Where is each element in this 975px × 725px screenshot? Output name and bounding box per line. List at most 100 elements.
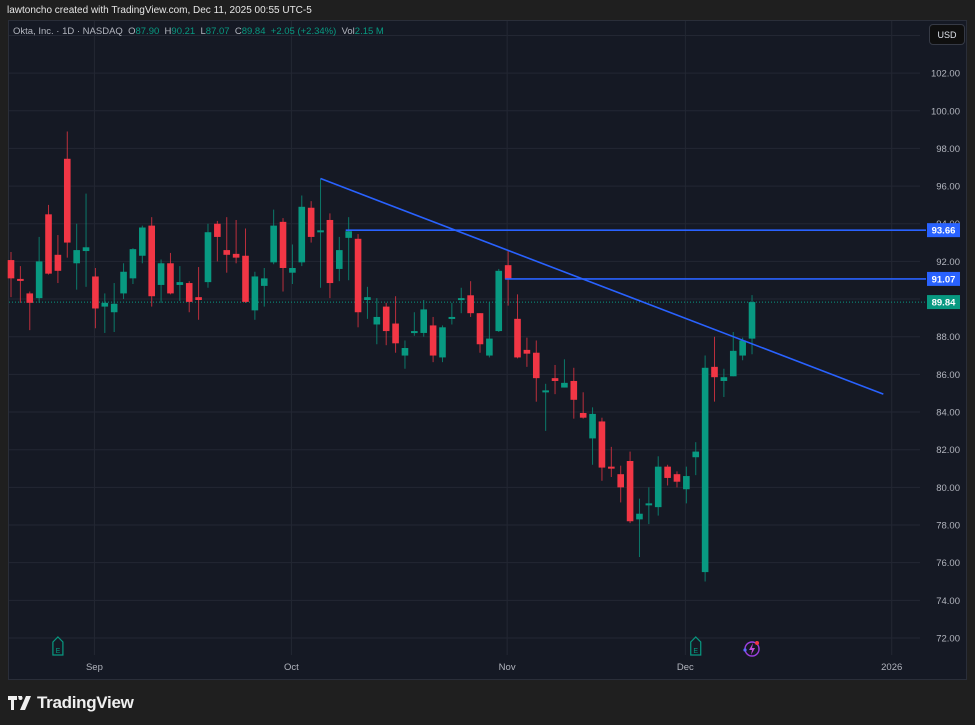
close-label: C xyxy=(234,26,242,37)
candle-body xyxy=(617,474,624,488)
lightning-icon-bolt xyxy=(749,643,756,655)
high-value: 90.21 xyxy=(171,26,196,37)
y-tick-label: 76.00 xyxy=(936,558,960,569)
y-tick-label: 92.00 xyxy=(936,257,960,268)
candle-body xyxy=(17,278,24,281)
y-tick-label: 80.00 xyxy=(936,483,960,494)
candle xyxy=(176,266,184,301)
last-price-label: 89.84 xyxy=(932,298,956,309)
candle xyxy=(336,236,343,282)
candle xyxy=(364,286,371,319)
candle xyxy=(260,267,268,307)
candle xyxy=(157,259,165,303)
candle-body xyxy=(326,219,334,284)
candle xyxy=(35,236,43,303)
candle xyxy=(608,446,615,478)
y-tick-label: 84.00 xyxy=(936,408,960,419)
candle-body xyxy=(139,227,146,256)
candle xyxy=(420,300,428,337)
candle-body xyxy=(608,466,615,469)
candle-body xyxy=(589,413,596,439)
candle xyxy=(692,442,700,476)
candle-body xyxy=(720,377,728,381)
candle-body xyxy=(645,503,653,506)
candle xyxy=(354,234,362,328)
candle xyxy=(626,451,634,524)
candle xyxy=(279,218,287,292)
candlestick-chart[interactable]: 72.00 74.00 76.00 78.00 80.00 82.00 84.00 86.00… xyxy=(0,0,975,690)
candle-body xyxy=(373,316,381,325)
candle-body xyxy=(739,340,746,356)
candle xyxy=(448,302,456,325)
candle xyxy=(232,219,240,264)
candle-body xyxy=(214,223,221,237)
candle xyxy=(73,223,80,290)
candle-body xyxy=(279,221,287,268)
candle-body xyxy=(120,271,127,294)
lightning-icon-dot xyxy=(743,648,747,652)
candle xyxy=(673,471,681,488)
candle-body xyxy=(364,297,371,301)
candle xyxy=(401,340,409,369)
candle-body xyxy=(307,207,315,237)
candle xyxy=(570,367,578,419)
candle-body xyxy=(523,349,531,354)
candle-body xyxy=(692,451,700,458)
candle xyxy=(54,235,62,284)
candle xyxy=(720,368,728,397)
candle xyxy=(185,281,193,313)
candle xyxy=(411,312,418,336)
candle-body xyxy=(195,297,202,301)
candle-body xyxy=(486,338,493,356)
low-value: 87.07 xyxy=(205,26,230,37)
candle-body xyxy=(82,247,90,252)
candle xyxy=(63,131,71,258)
candle-body xyxy=(289,267,296,273)
candle-body xyxy=(411,331,418,334)
x-tick-label: Dec xyxy=(677,662,694,673)
earnings-icon-letter: E xyxy=(693,648,698,655)
brand-name: TradingView xyxy=(37,693,134,712)
candle-body xyxy=(260,278,268,286)
candle xyxy=(82,193,90,287)
candle-body xyxy=(551,378,559,381)
candle xyxy=(392,296,399,353)
candle-body xyxy=(467,295,474,314)
earnings-icon: E xyxy=(690,636,702,656)
candle xyxy=(683,466,690,504)
candle-body xyxy=(345,231,352,238)
close-value: 89.84 xyxy=(241,26,266,37)
tradingview-logo-icon xyxy=(8,696,31,710)
candle xyxy=(298,195,306,267)
y-tick-label: 100.00 xyxy=(931,106,960,117)
candle-body xyxy=(429,325,437,356)
candle xyxy=(289,244,296,284)
candle xyxy=(110,283,118,333)
candle xyxy=(214,220,221,262)
candle xyxy=(92,267,99,329)
open-value: 87.90 xyxy=(135,26,160,37)
candle xyxy=(251,271,259,320)
candle xyxy=(204,223,212,288)
candle-body xyxy=(561,382,568,388)
candle-body xyxy=(683,476,690,490)
tradingview-logo: TradingView xyxy=(8,693,134,713)
x-tick-label: Nov xyxy=(499,662,516,673)
candle xyxy=(579,392,587,419)
candle xyxy=(476,313,484,353)
y-tick-label: 88.00 xyxy=(936,332,960,343)
candle xyxy=(129,248,137,284)
candle-body xyxy=(420,309,428,333)
lightning-event-icon xyxy=(743,641,760,657)
candle-body xyxy=(148,225,155,297)
candle-body xyxy=(514,318,521,358)
currency-button[interactable]: USD xyxy=(929,24,965,45)
change-value: +2.05 (+2.34%) xyxy=(270,26,337,37)
candle-body xyxy=(101,302,109,307)
candle-body xyxy=(711,366,718,378)
earnings-icon-letter: E xyxy=(56,648,61,655)
candle-body xyxy=(317,230,324,233)
candle xyxy=(317,178,324,288)
candle xyxy=(532,340,540,402)
candle xyxy=(307,201,315,243)
